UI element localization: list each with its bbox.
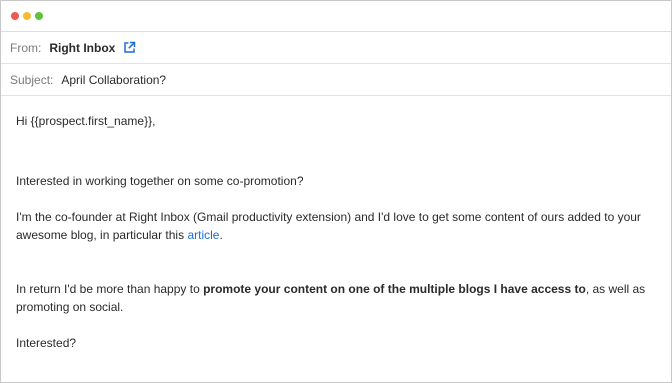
subject-label: Subject: [10,72,54,87]
subject-value: April Collaboration? [61,72,167,87]
greeting: Hi {{prospect.first_name}}, [16,114,156,128]
subject-row: Subject: April Collaboration? [1,64,671,96]
email-window: From: Right Inbox Subject: April Collabo… [0,0,672,383]
close-window-button[interactable] [11,12,19,20]
title-bar [1,1,671,32]
closing-line: Interested? [16,336,77,350]
article-link[interactable]: article [187,228,219,242]
zoom-window-button[interactable] [35,12,43,20]
from-row: From: Right Inbox [1,32,671,64]
highlight-text: promote your content on one of the multi… [203,282,586,296]
return-paragraph: In return I'd be more than happy to prom… [16,282,646,314]
sender-name: Right Inbox [49,40,116,55]
external-link-icon[interactable] [123,41,136,54]
intro-line: Interested in working together on some c… [16,174,304,188]
cofounder-paragraph: I'm the co-founder at Right Inbox (Gmail… [16,210,641,242]
minimize-window-button[interactable] [23,12,31,20]
email-body: Hi {{prospect.first_name}}, Interested i… [1,96,671,352]
from-label: From: [10,40,42,55]
